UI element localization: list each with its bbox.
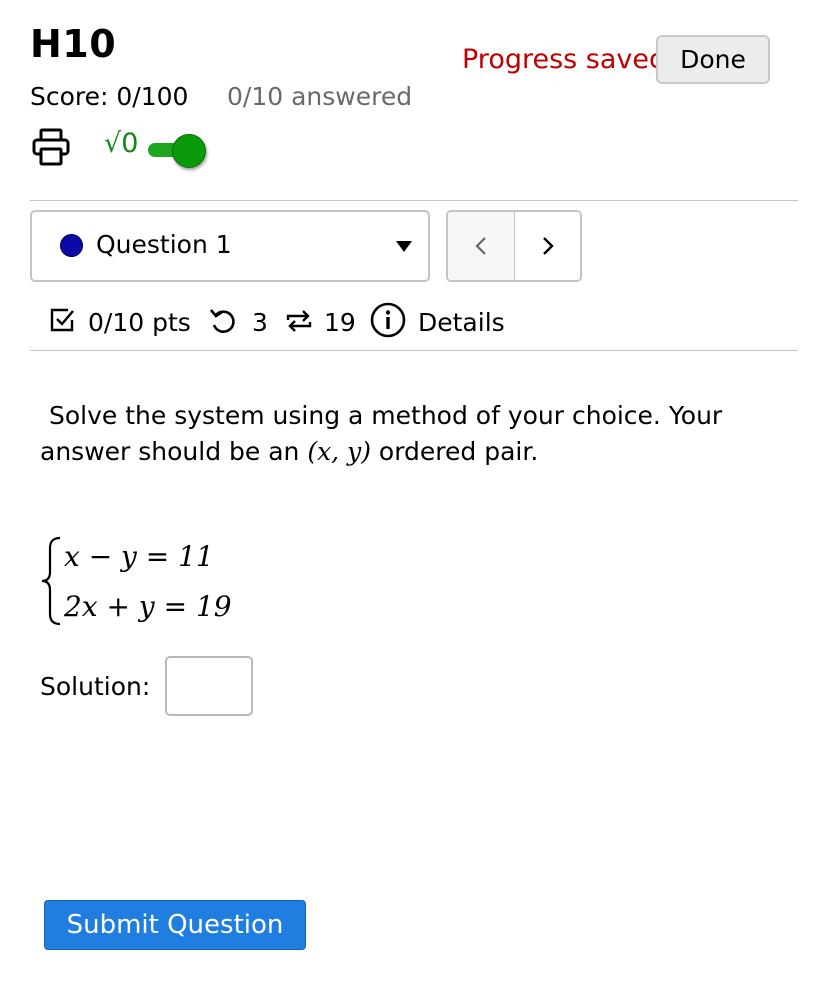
meta-divider <box>30 350 798 351</box>
solution-input[interactable] <box>165 656 253 716</box>
next-question-button[interactable] <box>515 212 580 280</box>
retries-count: 19 <box>324 308 356 337</box>
previous-question-button[interactable] <box>448 212 514 280</box>
points-text: 0/10 pts <box>88 308 191 337</box>
equation-1: x − y = 11 <box>64 540 214 573</box>
info-icon <box>370 302 406 338</box>
prompt-text-after: ordered pair. <box>370 437 539 466</box>
details-label: Details <box>418 308 505 337</box>
question-select-label: Question 1 <box>96 230 232 259</box>
prompt-math: (x, y) <box>307 437 371 466</box>
equation-system: x − y = 11 2x + y = 19 <box>40 536 300 626</box>
answered-count: 0/10 answered <box>227 82 413 111</box>
question-nav-group <box>446 210 582 282</box>
repeat-icon <box>286 310 312 332</box>
caret-down-icon <box>396 241 412 252</box>
progress-status: Progress saved <box>462 44 667 75</box>
toggle-knob <box>172 134 206 168</box>
undo-icon <box>210 309 235 333</box>
done-button[interactable]: Done <box>656 35 770 84</box>
question-select[interactable]: Question 1 <box>30 210 430 282</box>
chevron-right-icon <box>543 237 554 255</box>
math-display-toggle[interactable]: √0 <box>104 128 208 172</box>
header-divider <box>30 200 798 201</box>
assignment-title: H10 <box>30 22 117 66</box>
attempts-count: 3 <box>252 308 268 337</box>
sqrt-icon: √0 <box>104 128 139 159</box>
equation-2: 2x + y = 19 <box>64 590 232 623</box>
printer-icon[interactable] <box>32 128 70 166</box>
solution-label: Solution: <box>40 672 151 701</box>
question-prompt: Solve the system using a method of your … <box>40 398 780 470</box>
submit-question-button[interactable]: Submit Question <box>44 900 306 950</box>
checkbox-icon <box>50 308 74 332</box>
question-status-dot <box>60 234 83 257</box>
left-brace-icon <box>41 536 61 626</box>
chevron-left-icon <box>475 237 486 255</box>
score-text: Score: 0/100 <box>30 82 189 111</box>
